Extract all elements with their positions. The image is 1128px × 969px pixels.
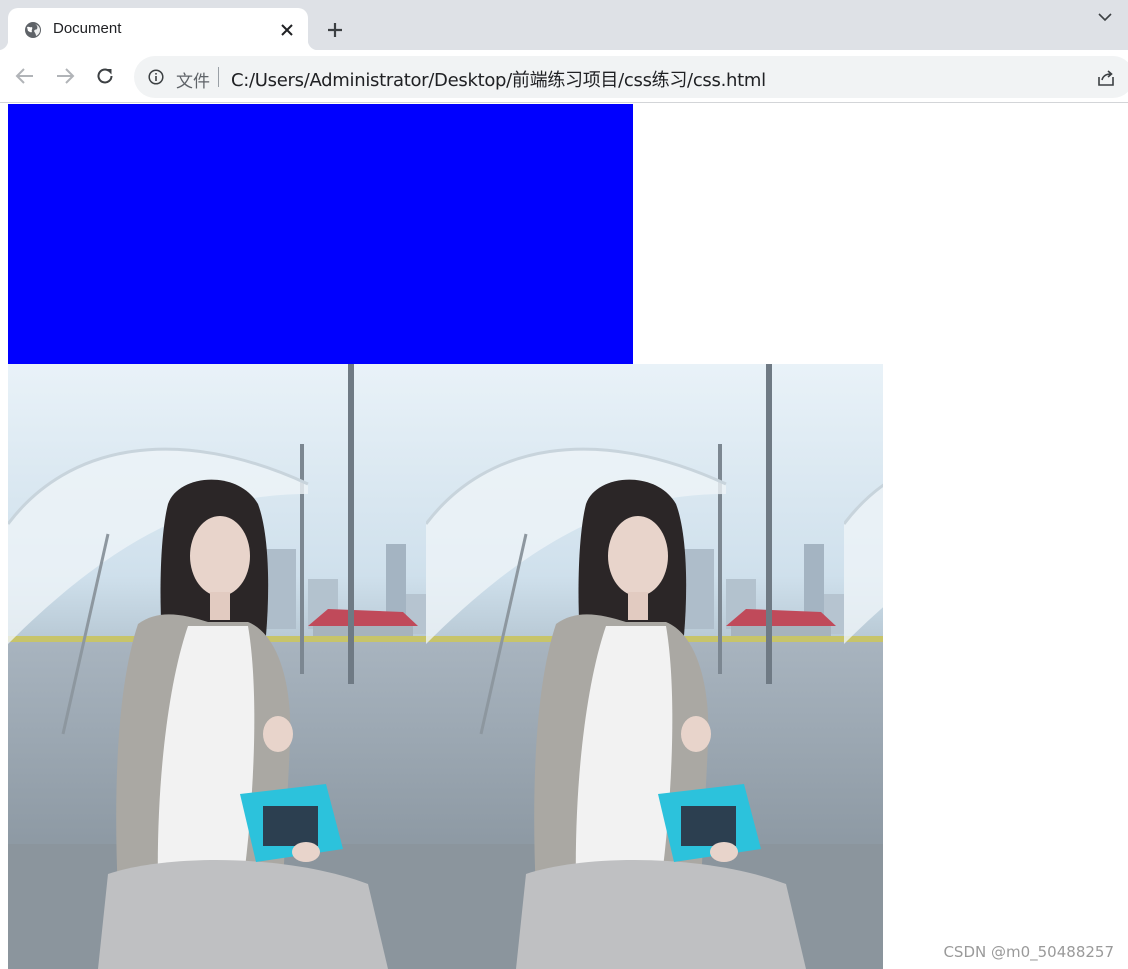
page-viewport: CSDN @m0_50488257: [0, 104, 1128, 969]
globe-icon: [25, 22, 41, 38]
photo-tile: [8, 364, 426, 969]
address-bar[interactable]: 文件 C:/Users/Administrator/Desktop/前端练习项目…: [134, 56, 1128, 98]
divider: [218, 67, 219, 87]
plus-icon[interactable]: [322, 17, 348, 43]
url-text[interactable]: C:/Users/Administrator/Desktop/前端练习项目/cs…: [231, 66, 766, 92]
forward-arrow-icon[interactable]: [52, 63, 78, 89]
info-icon[interactable]: [148, 69, 164, 85]
share-icon[interactable]: [1096, 68, 1116, 88]
woman-with-umbrella-photo: [8, 364, 883, 969]
tab-title: Document: [53, 20, 122, 37]
blue-box: [8, 104, 633, 364]
browser-window: Document 文件 C:/Users/Administrator/Deskt…: [0, 0, 1128, 969]
photo-tile: [426, 364, 844, 969]
photo-tile: [844, 364, 883, 969]
close-icon[interactable]: [276, 19, 298, 41]
back-arrow-icon[interactable]: [12, 63, 38, 89]
reload-icon[interactable]: [92, 63, 118, 89]
watermark: CSDN @m0_50488257: [943, 943, 1114, 961]
tab-strip: Document: [0, 0, 1128, 50]
tab-document[interactable]: Document: [0, 8, 318, 50]
chevron-down-icon[interactable]: [1094, 6, 1116, 28]
toolbar: 文件 C:/Users/Administrator/Desktop/前端练习项目…: [0, 50, 1128, 103]
scheme-label: 文件: [176, 72, 210, 92]
